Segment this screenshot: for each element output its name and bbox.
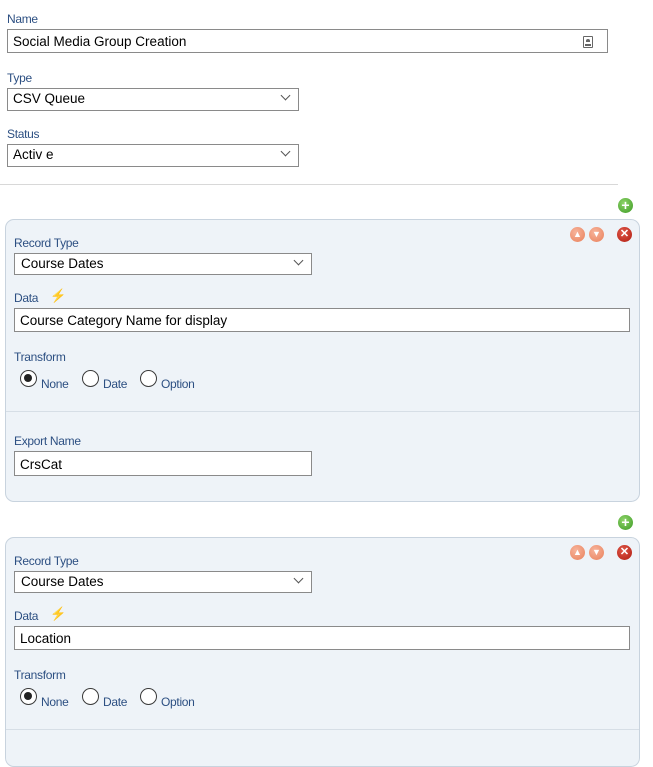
status-value: Activ e	[13, 147, 54, 162]
remove-icon[interactable]: ✕	[617, 545, 632, 560]
add-icon[interactable]: +	[618, 515, 633, 530]
move-up-icon[interactable]: ▲	[570, 545, 585, 560]
type-label: Type	[7, 71, 32, 85]
transform-date-radio[interactable]	[82, 370, 99, 387]
data-input[interactable]: Location	[14, 626, 630, 650]
export-name-input[interactable]: CrsCat	[14, 451, 312, 476]
type-value: CSV Queue	[13, 91, 86, 106]
panel-separator	[6, 411, 639, 412]
section-divider	[0, 184, 618, 185]
record-type-label: Record Type	[14, 554, 79, 568]
record-type-value: Course Dates	[21, 256, 104, 271]
record-type-select[interactable]: Course Dates	[14, 253, 312, 275]
record-type-select[interactable]: Course Dates	[14, 571, 312, 593]
data-input[interactable]: Course Category Name for display	[14, 308, 630, 332]
transform-date-label: Date	[103, 695, 128, 709]
transform-date-radio[interactable]	[82, 688, 99, 705]
status-label: Status	[7, 127, 40, 141]
lightning-icon[interactable]: ⚡	[50, 288, 66, 304]
name-label: Name	[7, 12, 38, 26]
data-label: Data	[14, 291, 39, 305]
transform-date-label: Date	[103, 377, 128, 391]
record-type-value: Course Dates	[21, 574, 104, 589]
export-name-value: CrsCat	[20, 457, 63, 472]
name-value: Social Media Group Creation	[13, 34, 187, 49]
transform-option-label: Option	[161, 695, 195, 709]
transform-option-label: Option	[161, 377, 195, 391]
transform-none-radio[interactable]	[20, 688, 37, 705]
transform-option-radio[interactable]	[140, 370, 157, 387]
status-select[interactable]: Activ e	[7, 144, 299, 167]
transform-none-radio[interactable]	[20, 370, 37, 387]
type-select[interactable]: CSV Queue	[7, 88, 299, 111]
remove-icon[interactable]: ✕	[617, 227, 632, 242]
record-type-label: Record Type	[14, 236, 79, 250]
transform-option-radio[interactable]	[140, 688, 157, 705]
add-icon[interactable]: +	[618, 198, 633, 213]
contact-card-icon[interactable]	[583, 36, 593, 48]
move-up-icon[interactable]: ▲	[570, 227, 585, 242]
lightning-icon[interactable]: ⚡	[50, 606, 66, 622]
data-value: Course Category Name for display	[20, 313, 228, 328]
transform-none-label: None	[41, 695, 69, 709]
transform-label: Transform	[14, 668, 66, 682]
export-name-label: Export Name	[14, 434, 81, 448]
move-down-icon[interactable]: ▼	[589, 545, 604, 560]
data-label: Data	[14, 609, 39, 623]
transform-none-label: None	[41, 377, 69, 391]
name-input[interactable]: Social Media Group Creation	[7, 29, 608, 53]
move-down-icon[interactable]: ▼	[589, 227, 604, 242]
panel-separator	[6, 729, 639, 730]
transform-label: Transform	[14, 350, 66, 364]
data-value: Location	[20, 631, 72, 646]
